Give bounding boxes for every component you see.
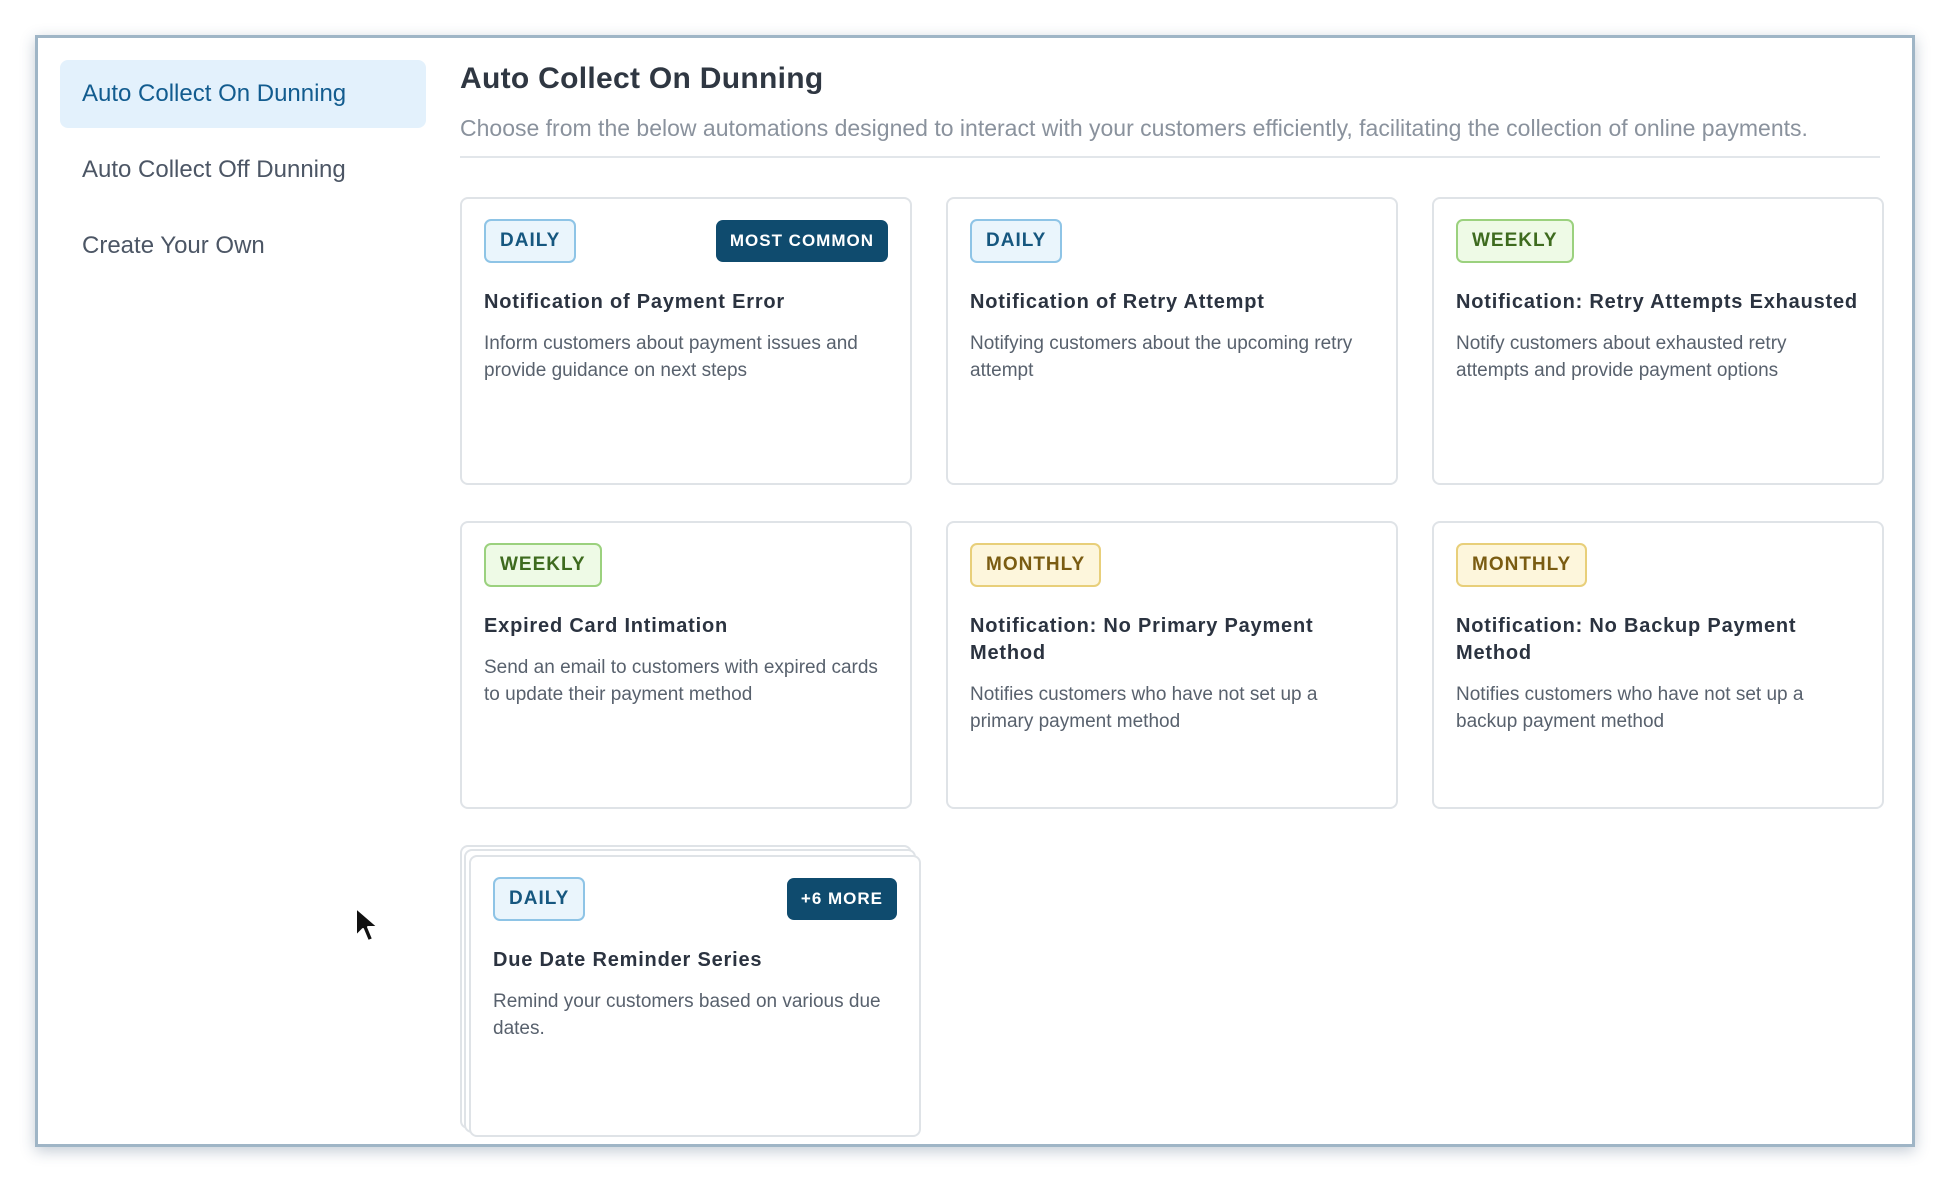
sidebar: Auto Collect On Dunning Auto Collect Off…	[60, 60, 426, 288]
sidebar-item-auto-collect-on-dunning[interactable]: Auto Collect On Dunning	[60, 60, 426, 128]
frequency-badge: DAILY	[484, 219, 577, 263]
card-description: Remind your customers based on various d…	[493, 991, 881, 1039]
main-content: Auto Collect On Dunning Choose from the …	[460, 56, 1884, 1137]
card-badge-row: MONTHLY	[970, 543, 1374, 587]
card-title: Notification of Retry Attempt	[970, 291, 1265, 313]
page-title: Auto Collect On Dunning	[460, 62, 824, 95]
card-badge-row: DAILY MOST COMMON	[484, 219, 888, 263]
automation-card-expired-card[interactable]: WEEKLY Expired Card Intimation Send an e…	[460, 521, 912, 809]
more-count-badge[interactable]: +6 MORE	[786, 878, 897, 920]
frequency-badge: MONTHLY	[1456, 543, 1588, 587]
card-description: Send an email to customers with expired …	[484, 657, 878, 705]
frequency-badge: WEEKLY	[484, 543, 602, 587]
card-title: Notification: No Primary Payment Method	[970, 615, 1314, 664]
card-description: Notify customers about exhausted retry a…	[1456, 333, 1787, 381]
automation-card-payment-error[interactable]: DAILY MOST COMMON Notification of Paymen…	[460, 197, 912, 485]
card-title: Notification: Retry Attempts Exhausted	[1456, 291, 1858, 313]
sidebar-item-auto-collect-off-dunning[interactable]: Auto Collect Off Dunning	[60, 136, 426, 204]
card-badge-row: DAILY	[970, 219, 1374, 263]
card-title: Expired Card Intimation	[484, 615, 728, 637]
card-description: Inform customers about payment issues an…	[484, 333, 858, 381]
frequency-badge: MONTHLY	[970, 543, 1102, 587]
automation-card-no-primary-payment[interactable]: MONTHLY Notification: No Primary Payment…	[946, 521, 1398, 809]
divider	[460, 156, 1880, 158]
frequency-badge: DAILY	[970, 219, 1063, 263]
frequency-badge: DAILY	[493, 877, 586, 921]
card-description: Notifying customers about the upcoming r…	[970, 333, 1353, 381]
automation-card-retry-exhausted[interactable]: WEEKLY Notification: Retry Attempts Exha…	[1432, 197, 1884, 485]
card-badge-row: MONTHLY	[1456, 543, 1860, 587]
mouse-pointer-icon	[355, 907, 379, 942]
automation-card-due-date-reminder-series[interactable]: DAILY +6 MORE Due Date Reminder Series R…	[469, 855, 921, 1137]
card-description: Notifies customers who have not set up a…	[970, 684, 1318, 732]
automation-card-retry-attempt[interactable]: DAILY Notification of Retry Attempt Noti…	[946, 197, 1398, 485]
page-subtitle: Choose from the below automations design…	[460, 115, 1808, 141]
most-common-badge: MOST COMMON	[715, 220, 888, 262]
automation-card-no-backup-payment[interactable]: MONTHLY Notification: No Backup Payment …	[1432, 521, 1884, 809]
card-title: Notification: No Backup Payment Method	[1456, 615, 1797, 664]
app-window: Auto Collect On Dunning Auto Collect Off…	[35, 35, 1915, 1147]
card-badge-row: WEEKLY	[484, 543, 888, 587]
card-description: Notifies customers who have not set up a…	[1456, 684, 1804, 732]
card-badge-row: DAILY +6 MORE	[493, 877, 897, 921]
card-title: Notification of Payment Error	[484, 291, 786, 313]
card-title: Due Date Reminder Series	[493, 949, 763, 971]
card-badge-row: WEEKLY	[1456, 219, 1860, 263]
frequency-badge: WEEKLY	[1456, 219, 1574, 263]
sidebar-item-create-your-own[interactable]: Create Your Own	[60, 212, 426, 280]
